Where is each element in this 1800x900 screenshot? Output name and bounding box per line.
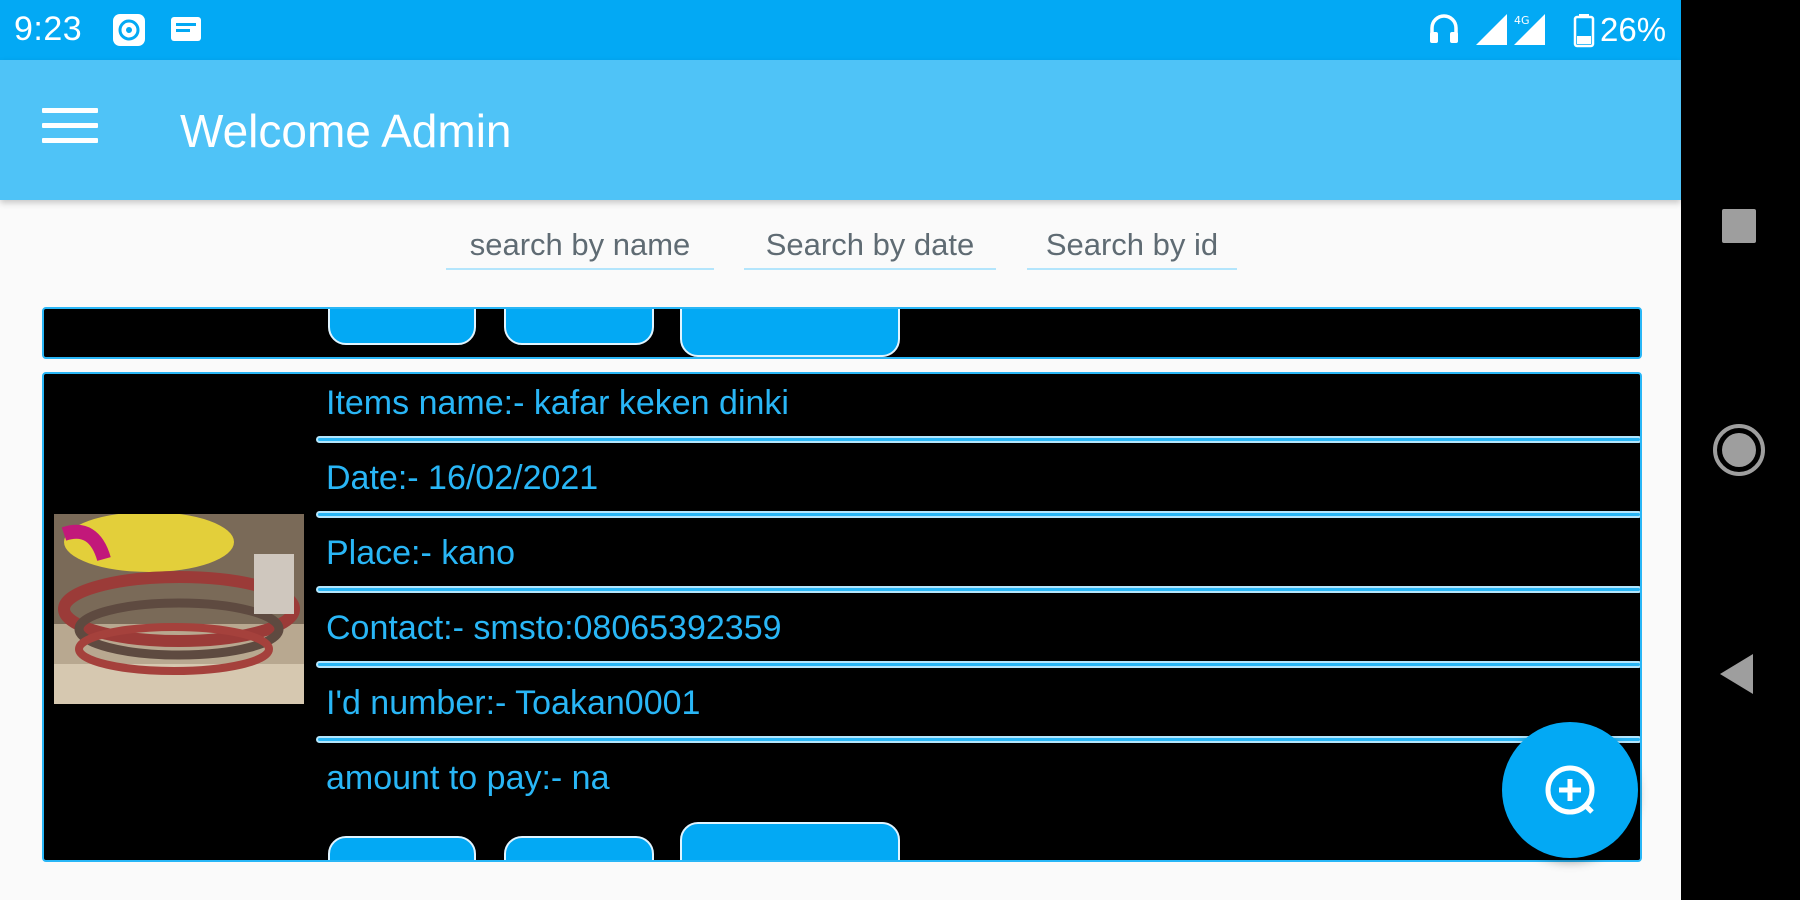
- card-action-button[interactable]: [328, 836, 476, 860]
- contact-text: Contact:- smsto:08065392359: [326, 609, 782, 647]
- divider: [316, 661, 1640, 668]
- page-title: Welcome Admin: [180, 105, 512, 157]
- headset-icon: [1430, 14, 1458, 43]
- lte-signal-icon: 4G: [1514, 14, 1545, 45]
- recents-square-icon[interactable]: [1719, 206, 1759, 246]
- place-text: Place:- kano: [326, 534, 515, 572]
- message-icon: [171, 17, 201, 41]
- back-triangle-icon[interactable]: [1717, 652, 1757, 696]
- amount-text: amount to pay:- na: [326, 759, 610, 797]
- record-card-previous: [42, 307, 1642, 359]
- status-bar: 9:23 4G 26%: [0, 0, 1681, 60]
- card-action-button[interactable]: [504, 309, 654, 345]
- search-by-id-input[interactable]: [1027, 222, 1237, 270]
- gallery-icon: [113, 14, 145, 46]
- search-by-date-input[interactable]: [744, 222, 996, 270]
- app-bar: Welcome Admin: [0, 60, 1681, 200]
- field-date: Date:- 16/02/2021: [316, 451, 1640, 526]
- divider: [316, 736, 1640, 743]
- hamburger-menu-icon[interactable]: [42, 108, 98, 152]
- signal-icon: [1476, 14, 1507, 45]
- card-action-button[interactable]: [504, 836, 654, 860]
- items-name-text: Items name:- kafar keken dinki: [326, 384, 789, 422]
- search-by-name-input[interactable]: [446, 222, 714, 270]
- home-circle-icon[interactable]: [1711, 422, 1767, 478]
- add-record-button[interactable]: [1502, 722, 1638, 858]
- add-circle-icon: [1545, 765, 1595, 815]
- divider: [316, 586, 1640, 593]
- field-amount: amount to pay:- na: [316, 751, 1640, 826]
- system-nav-bar: [1681, 0, 1800, 900]
- status-time: 9:23: [14, 10, 83, 48]
- app-screen: 9:23 4G 26% Welcome Admin search by name…: [0, 0, 1681, 900]
- field-contact: Contact:- smsto:08065392359: [316, 601, 1640, 676]
- battery-percent: 26%: [1600, 11, 1667, 48]
- card-action-button[interactable]: [328, 309, 476, 345]
- battery-icon: [1573, 14, 1595, 48]
- card-action-button[interactable]: [680, 822, 900, 860]
- svg-text:4G: 4G: [1514, 14, 1530, 27]
- id-number-text: I'd number:- Toakan0001: [326, 684, 701, 722]
- divider: [316, 511, 1640, 518]
- item-photo: [54, 514, 304, 704]
- date-text: Date:- 16/02/2021: [326, 459, 599, 497]
- record-card: Items name:- kafar keken dinki Date:- 16…: [42, 372, 1642, 862]
- field-id-number: I'd number:- Toakan0001: [316, 676, 1640, 751]
- divider: [316, 436, 1640, 443]
- card-action-button[interactable]: [680, 309, 900, 357]
- field-place: Place:- kano: [316, 526, 1640, 601]
- field-items-name: Items name:- kafar keken dinki: [316, 376, 1640, 451]
